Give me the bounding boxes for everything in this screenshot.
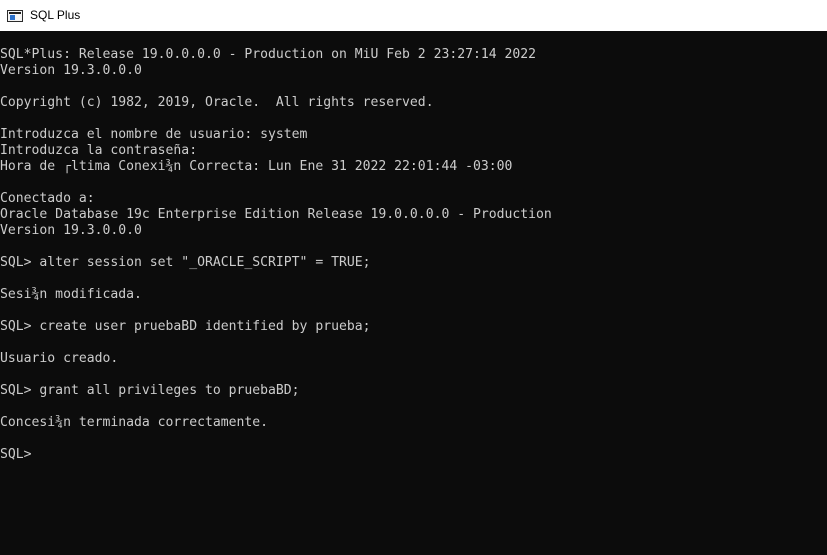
- console-line: SQL*Plus: Release 19.0.0.0.0 - Productio…: [0, 47, 537, 62]
- console-window-icon: [7, 9, 23, 22]
- console-line: Sesi¾n modificada.: [0, 287, 142, 302]
- prompt-line: SQL> create user pruebaBD identified by …: [0, 319, 371, 334]
- console-line: Oracle Database 19c Enterprise Edition R…: [0, 207, 552, 222]
- console-line: Concesi¾n terminada correctamente.: [0, 415, 269, 430]
- console-line: Usuario creado.: [0, 351, 119, 366]
- console-line: Version 19.3.0.0.0: [0, 223, 142, 238]
- prompt-line: SQL> grant all privileges to pruebaBD;: [0, 383, 300, 398]
- console-line: Version 19.3.0.0.0: [0, 63, 142, 78]
- console-line: Introduzca la contraseña:: [0, 143, 198, 158]
- sqlplus-window: SQL Plus SQL*Plus: Release 19.0.0.0.0 - …: [0, 0, 827, 555]
- console-output[interactable]: SQL*Plus: Release 19.0.0.0.0 - Productio…: [0, 47, 827, 552]
- title-bar[interactable]: SQL Plus: [0, 0, 827, 31]
- console-line: Introduzca el nombre de usuario: system: [0, 127, 308, 142]
- console-line: Hora de ┌ltima Conexi¾n Correcta: Lun En…: [0, 159, 513, 174]
- console-line: Conectado a:: [0, 191, 95, 206]
- window-title: SQL Plus: [30, 8, 81, 22]
- prompt-line: SQL>: [0, 447, 32, 462]
- prompt-line: SQL> alter session set "_ORACLE_SCRIPT" …: [0, 255, 371, 270]
- console-line: Copyright (c) 1982, 2019, Oracle. All ri…: [0, 95, 434, 110]
